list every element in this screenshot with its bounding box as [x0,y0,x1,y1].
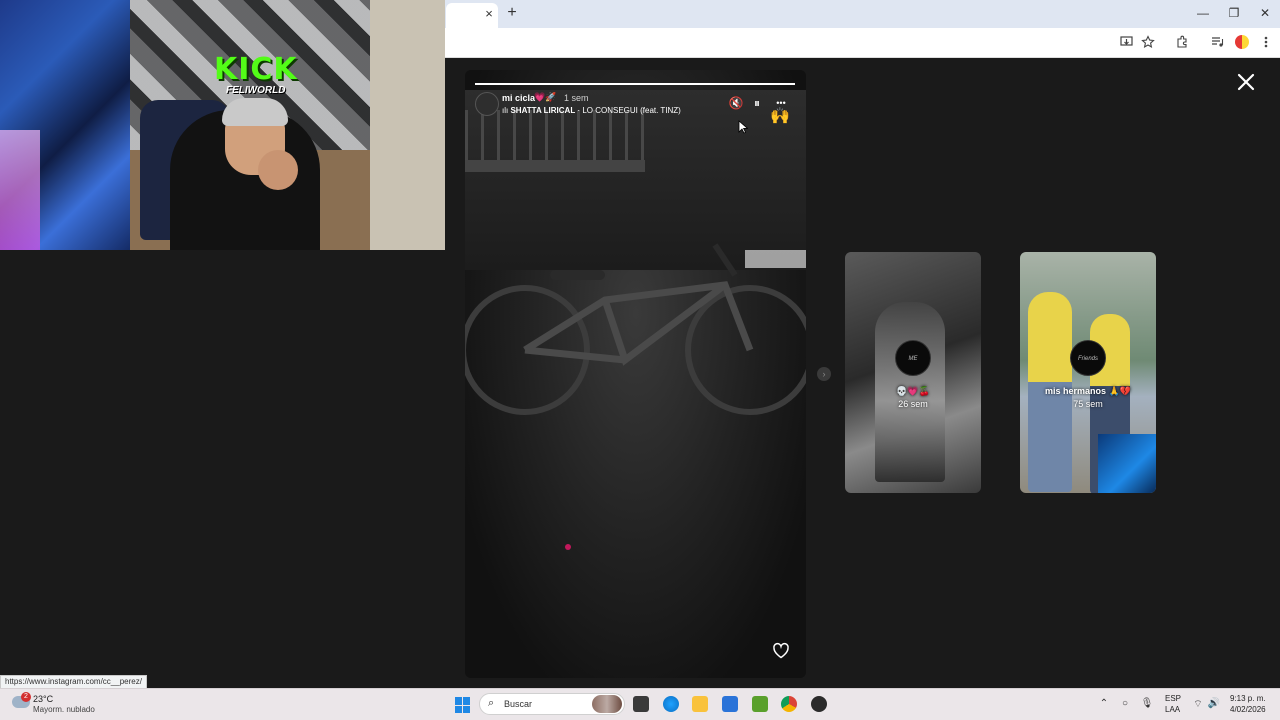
microphone-icon[interactable]: 🎙 [1140,698,1154,709]
media-control-icon[interactable] [1209,35,1225,51]
preview-avatar: ME [895,340,931,376]
pause-icon[interactable]: ⏸ [749,96,765,110]
minimize-button[interactable]: — [1193,6,1213,20]
preview-avatar: Friends [1070,340,1106,376]
story-preview-2[interactable]: Friends mis hermanos 🙏💔 75 sem [1020,252,1156,493]
speaker-icon[interactable]: 🔊 [1207,698,1221,709]
clock-time[interactable]: 9:13 p. m. [1230,694,1266,703]
music-bars-icon: ılı [502,106,509,115]
kick-brand-text: KICK [214,52,298,87]
story-progress-bar [475,83,795,85]
status-url-bar: https://www.instagram.com/cc__perez/ [0,675,147,689]
story-time: 1 sem [564,93,589,103]
language-code[interactable]: ESP [1165,694,1181,703]
preview-name: 💀💗🍒 [896,386,930,396]
bookmark-star-icon[interactable] [1140,35,1156,51]
task-view-icon[interactable] [633,696,649,712]
light-spot [565,544,571,550]
preview-name: mis hermanos 🙏💔 [1045,386,1131,396]
weather-temp[interactable]: 23°C [33,694,53,704]
kick-channel-text: FELIWORLD [226,85,286,96]
close-window-button[interactable]: ✕ [1255,6,1275,20]
edge-icon[interactable] [663,696,679,712]
screen: × + — ❐ ✕ mi cicla 💗🚀 1 sem ılı SHATTA L… [0,0,1280,720]
streamer-hair [222,98,288,126]
windows-start-icon[interactable] [455,697,471,713]
kick-logo: KICK FELIWORLD [214,52,298,100]
story-card[interactable]: mi cicla 💗🚀 1 sem ılı SHATTA LIRICAL · L… [465,70,806,678]
preview-time: 26 sem [898,399,928,409]
install-app-icon[interactable] [1119,35,1135,51]
preview-inset-image [1098,434,1156,493]
bicycle-image [465,243,806,415]
keyboard-layout[interactable]: LAA [1165,705,1180,714]
search-icon: ⌕ [488,697,495,709]
mouse-cursor-icon [738,120,748,134]
close-story-icon[interactable] [1236,72,1256,92]
music-artist: SHATTA LIRICAL [510,106,576,115]
maximize-button[interactable]: ❐ [1224,6,1244,20]
file-explorer-icon[interactable] [692,696,708,712]
music-title: · LO CONSEGUI (feat. TINZ) [575,106,681,115]
story-preview-1[interactable]: ME 💀💗🍒 26 sem [845,252,981,493]
menu-kebab-icon[interactable] [1258,35,1274,51]
tray-overflow-icon[interactable]: ⌃ [1097,698,1111,709]
profile-avatar[interactable] [1235,35,1249,49]
story-ledge [465,160,645,172]
story-railing [465,110,645,160]
streamer-hand [258,150,298,190]
tray-app-icon[interactable]: ○ [1118,698,1132,709]
webcam-overlay: KICK FELIWORLD [0,0,445,250]
story-username[interactable]: mi cicla [502,93,535,103]
extensions-icon[interactable] [1174,35,1190,51]
preview-time: 75 sem [1073,399,1103,409]
clock-date[interactable]: 4/02/2026 [1230,705,1266,714]
story-avatar[interactable] [475,92,499,116]
chrome-icon[interactable] [781,696,797,712]
story-progress-fill [475,83,795,85]
mute-icon[interactable]: 🔇 [728,96,744,110]
network-icon[interactable]: ⌔ [1191,698,1205,711]
webcam-light [0,130,40,250]
hands-sticker: 🙌 [770,108,790,125]
minecraft-icon[interactable] [752,696,768,712]
story-username-emoji: 💗🚀 [534,92,557,102]
new-tab-button[interactable]: + [505,4,519,22]
story-music-label[interactable]: ılı SHATTA LIRICAL · LO CONSEGUI (feat. … [502,106,681,115]
store-icon[interactable] [722,696,738,712]
next-story-arrow-icon[interactable]: › [817,367,831,381]
weather-badge: 2 [21,692,31,702]
webcam-wall-right [370,0,445,250]
tab-close-icon[interactable]: × [482,6,496,21]
search-highlight-image [592,695,622,713]
app-icon[interactable] [811,696,827,712]
weather-condition[interactable]: Mayorm. nublado [33,705,95,714]
search-placeholder: Buscar [504,699,533,709]
like-heart-icon[interactable] [772,642,790,660]
